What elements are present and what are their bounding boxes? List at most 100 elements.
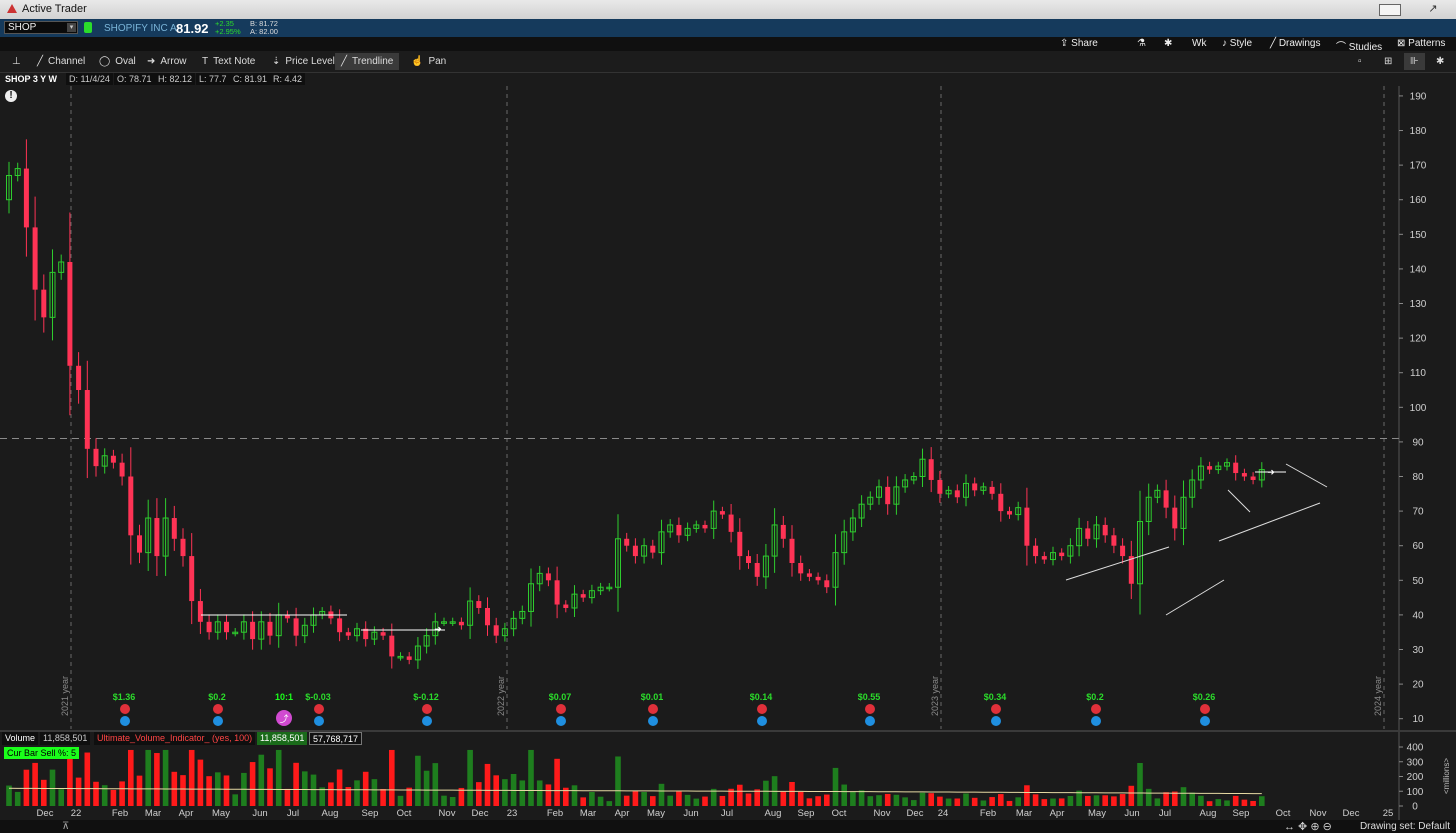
pin-icon[interactable]: ⊥ [6, 53, 27, 70]
earnings-icon[interactable] [757, 704, 767, 714]
dividend-icon[interactable] [648, 716, 658, 726]
volume-bar [789, 781, 795, 806]
flask-icon[interactable]: ⚗ [1137, 38, 1146, 49]
single-layout-icon[interactable]: ▫ [1352, 53, 1368, 70]
earnings-icon[interactable] [1091, 704, 1101, 714]
company-name: SHOPIFY INC A [104, 23, 177, 34]
candle-body [624, 538, 630, 546]
dividend-icon[interactable] [1091, 716, 1101, 726]
volume-bar [554, 758, 560, 806]
arrow-annotation-icon: ➜ [434, 624, 442, 634]
dividend-icon[interactable] [213, 716, 223, 726]
earnings-icon[interactable] [991, 704, 1001, 714]
volume-bar [1024, 785, 1030, 806]
price-chart[interactable]: 10 20 30 40 50 60 70 80 90 100 110 120 130 140 150 160 1… [0, 86, 1456, 820]
volume-bar [232, 794, 238, 806]
dividend-icon[interactable] [865, 716, 875, 726]
earnings-icon[interactable] [1200, 704, 1210, 714]
volume-bar [14, 791, 21, 806]
info-close: C: 81.91 [230, 73, 271, 85]
tool-pan[interactable]: ☝ Pan [405, 53, 452, 70]
dividend-icon[interactable] [422, 716, 432, 726]
volume-bar [763, 780, 769, 806]
dividend-icon[interactable] [1200, 716, 1210, 726]
volume-bar [1241, 799, 1248, 806]
volume-bar [780, 791, 787, 806]
text-icon: T [202, 56, 209, 67]
chart-symbol-label: SHOP 3 Y W [5, 74, 58, 84]
time-axis-label: Apr [615, 808, 630, 819]
earnings-icon[interactable] [314, 704, 324, 714]
earnings-icon[interactable] [648, 704, 658, 714]
candle-body [1241, 473, 1247, 477]
volume-bar [302, 771, 308, 806]
symbol-input[interactable]: SHOP ▾ [4, 21, 78, 34]
dividend-icon[interactable] [556, 716, 566, 726]
candle-body [798, 563, 804, 574]
drawings-button[interactable]: ╱ Drawings [1270, 38, 1321, 49]
dividend-icon[interactable] [314, 716, 324, 726]
candle-body [250, 621, 256, 640]
volume-bar [702, 796, 708, 806]
earnings-icon[interactable] [865, 704, 875, 714]
volume-bar [1085, 795, 1091, 806]
popout-icon[interactable]: ↗ [1424, 4, 1442, 15]
volume-bar [145, 749, 151, 806]
earnings-icon[interactable] [422, 704, 432, 714]
chevron-down-icon[interactable]: ▾ [67, 23, 76, 32]
alert-icon[interactable]: ! [5, 90, 17, 102]
time-axis-label: Oct [832, 808, 847, 819]
volume-bar [1093, 795, 1100, 806]
earnings-icon[interactable] [556, 704, 566, 714]
dividend-icon[interactable] [120, 716, 130, 726]
price-tick-label: 90 [1412, 437, 1424, 448]
style-button[interactable]: ♪ Style [1222, 38, 1252, 49]
collapse-icon[interactable]: ⊼ [62, 821, 69, 832]
volume-tick-label: 0 [1412, 802, 1418, 813]
volume-label: Volume [2, 732, 39, 745]
volume-bar [449, 797, 456, 806]
volume-tick-label: 400 [1407, 743, 1424, 754]
dividend-icon[interactable] [757, 716, 767, 726]
volume-bar [128, 749, 134, 806]
tool-price-level[interactable]: ⇣ Price Level [266, 53, 341, 70]
candle-body [815, 576, 821, 581]
link-icon[interactable] [84, 22, 92, 33]
tool-arrow[interactable]: ➜ Arrow [141, 53, 193, 70]
tool-text-note[interactable]: T Text Note [196, 53, 261, 70]
gear-icon[interactable]: ✱ [1164, 38, 1172, 49]
volume-bar [1006, 800, 1013, 806]
volume-bar [267, 768, 273, 806]
tool-trendline[interactable]: ╱ Trendline [335, 53, 400, 70]
earnings-icon[interactable] [120, 704, 130, 714]
volume-bar [354, 780, 360, 806]
dividend-icon[interactable] [991, 716, 1001, 726]
volume-bar [1215, 799, 1222, 806]
zoom-controls-icon[interactable]: ↔ ✥ ⊕ ⊖ [1284, 820, 1332, 833]
price-tick-label: 100 [1410, 403, 1427, 414]
volume-bar [58, 789, 64, 806]
price-tick-label: 70 [1412, 507, 1424, 518]
chart-mode-icon[interactable]: ⊪ [1404, 53, 1425, 70]
grid-layout-icon[interactable]: ⊞ [1378, 53, 1398, 70]
volume-bar [93, 781, 99, 806]
time-axis-label: Aug [322, 808, 339, 819]
tool-channel[interactable]: ╱ Channel [31, 53, 91, 70]
timeframe-button[interactable]: Wk [1192, 38, 1206, 49]
last-price: 81.92 [176, 21, 209, 36]
time-axis-label: Jul [287, 808, 299, 819]
volume-bar [1206, 801, 1213, 806]
tool-oval[interactable]: ◯ Oval [93, 53, 142, 70]
patterns-button[interactable]: ⊠ Patterns [1397, 38, 1445, 49]
earnings-icon[interactable] [213, 704, 223, 714]
share-button[interactable]: ⇪ Share [1060, 38, 1098, 49]
candle-body [545, 573, 551, 581]
volume-bar [954, 798, 961, 806]
candle-body [293, 618, 299, 636]
volume-bar [676, 791, 682, 806]
restore-button[interactable] [1379, 4, 1401, 16]
volume-bar [1198, 795, 1204, 806]
volume-bar [362, 771, 369, 806]
settings-icon[interactable]: ✱ [1430, 53, 1450, 70]
volume-bar [919, 792, 926, 806]
